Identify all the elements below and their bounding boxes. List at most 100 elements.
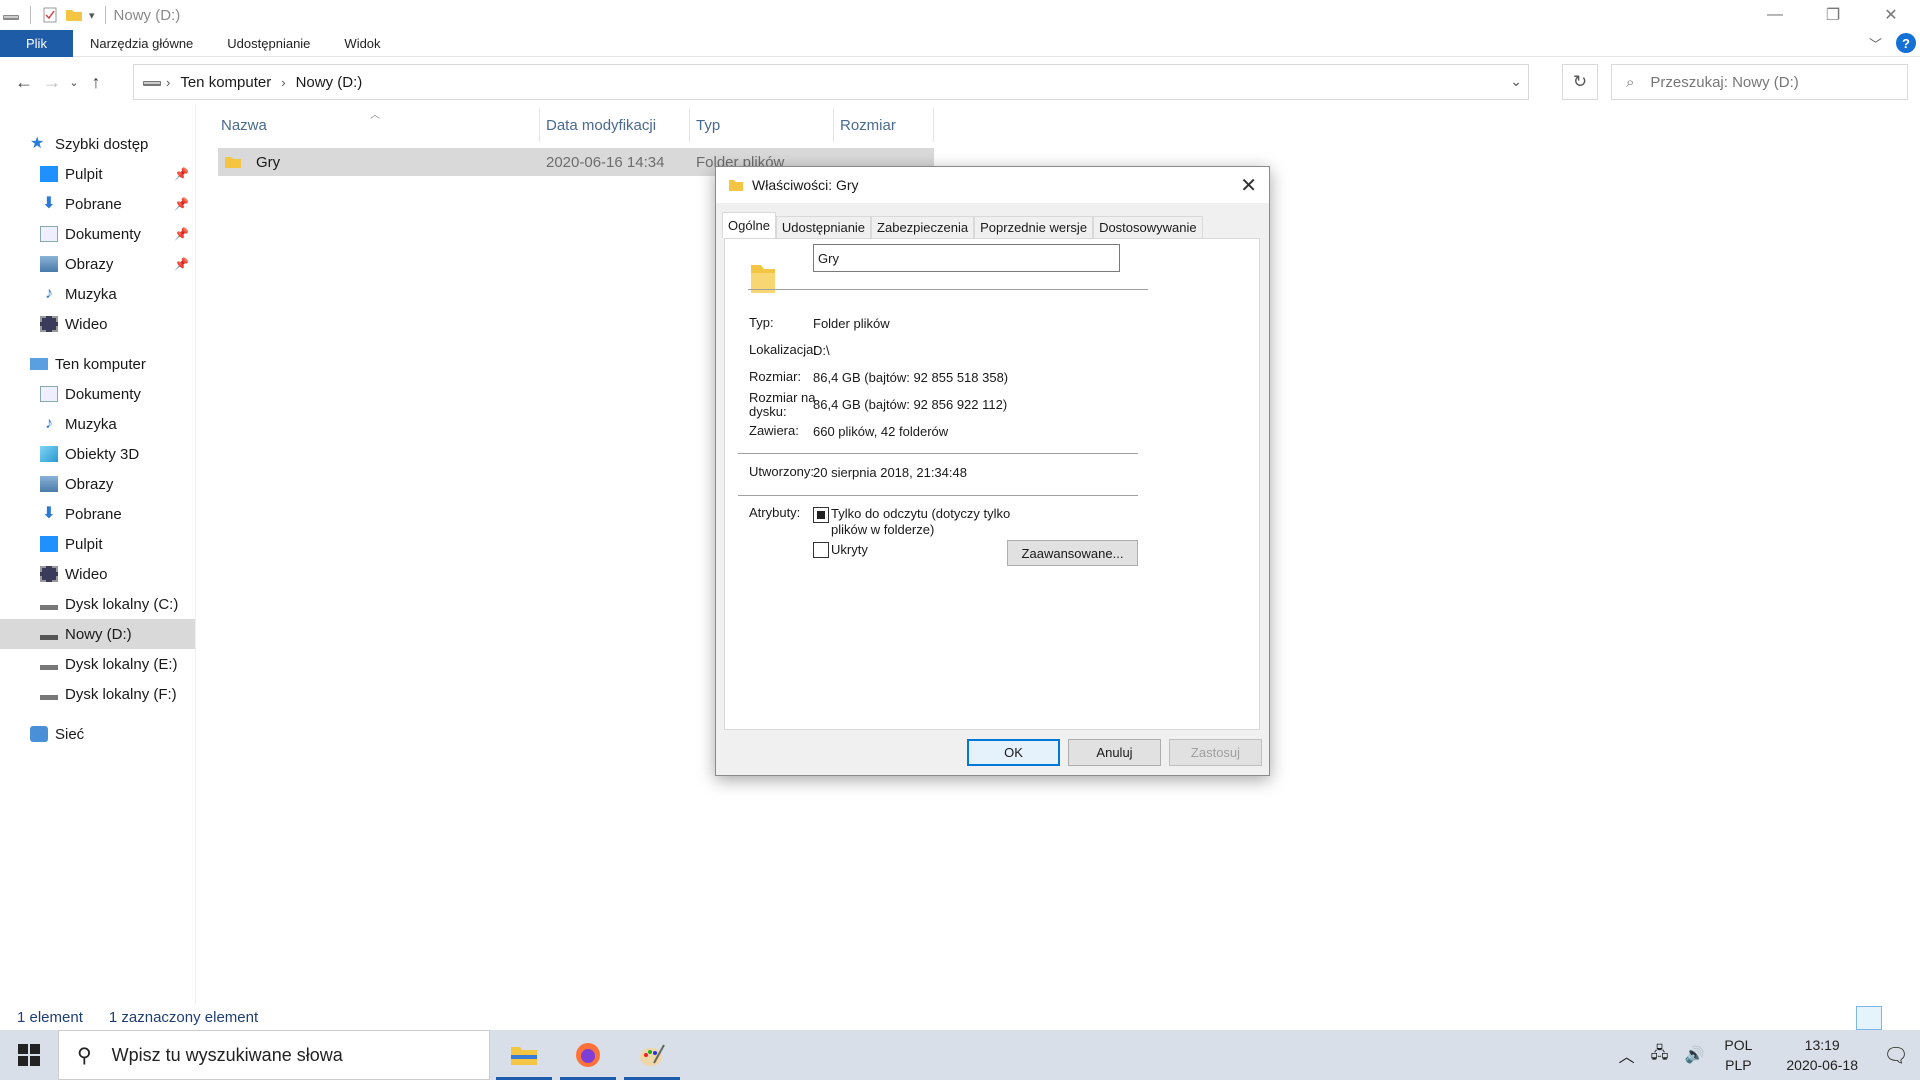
sidebar-item-drive-c[interactable]: Dysk lokalny (C:)	[0, 589, 195, 619]
tab-home[interactable]: Narzędzia główne	[73, 30, 210, 57]
tab-previous-versions[interactable]: Poprzednie wersje	[974, 216, 1094, 238]
taskbar-search[interactable]: ⚲ Wpisz tu wyszukiwane słowa	[58, 1030, 490, 1080]
advanced-button[interactable]: Zaawansowane...	[1007, 540, 1138, 566]
sidebar-label: Dysk lokalny (E:)	[65, 655, 178, 673]
type-value: Folder plików	[813, 316, 890, 331]
maximize-button[interactable]: ❐	[1804, 0, 1862, 30]
hidden-checkbox[interactable]	[813, 542, 829, 558]
help-icon[interactable]: ?	[1896, 33, 1916, 53]
clock[interactable]: 13:19 2020-06-18	[1786, 1035, 1858, 1075]
chevron-right-icon[interactable]: ›	[281, 75, 285, 90]
language-indicator[interactable]: POL PLP	[1724, 1035, 1752, 1075]
sidebar-item-pc-desktop[interactable]: Pulpit	[0, 529, 195, 559]
sidebar-item-desktop[interactable]: Pulpit 📌	[0, 159, 195, 189]
show-hidden-icons-icon[interactable]: ︿	[1619, 1043, 1635, 1067]
sidebar-item-3d-objects[interactable]: Obiekty 3D	[0, 439, 195, 469]
sidebar-item-pictures[interactable]: Obrazy 📌	[0, 249, 195, 279]
tab-customize[interactable]: Dostosowywanie	[1093, 216, 1203, 238]
back-button[interactable]: ←	[10, 67, 38, 97]
volume-icon[interactable]: 🔊	[1684, 1045, 1704, 1065]
sidebar-label: Muzyka	[65, 415, 117, 433]
start-button[interactable]	[0, 1030, 58, 1080]
cancel-button[interactable]: Anuluj	[1068, 739, 1161, 766]
pin-icon[interactable]: 📌	[174, 197, 189, 211]
properties-icon[interactable]	[41, 7, 59, 23]
dialog-tabs: Ogólne Udostępnianie Zabezpieczenia Popr…	[722, 212, 1203, 238]
dialog-title: Właściwości: Gry	[752, 177, 859, 193]
forward-button[interactable]: →	[38, 67, 66, 97]
sidebar-item-this-pc[interactable]: Ten komputer	[0, 349, 195, 379]
contains-value: 660 plików, 42 folderów	[813, 424, 949, 439]
drive-icon	[143, 81, 161, 86]
documents-icon	[40, 386, 58, 402]
sidebar-item-network[interactable]: Sieć	[0, 719, 195, 749]
pin-icon[interactable]: 📌	[174, 167, 189, 181]
tab-security[interactable]: Zabezpieczenia	[871, 216, 975, 238]
tab-general[interactable]: Ogólne	[722, 212, 776, 238]
new-folder-icon[interactable]	[65, 7, 83, 23]
tab-share[interactable]: Udostępnianie	[210, 30, 327, 57]
computer-icon	[30, 358, 48, 370]
sidebar-item-drive-f[interactable]: Dysk lokalny (F:)	[0, 679, 195, 709]
sidebar-item-drive-e[interactable]: Dysk lokalny (E:)	[0, 649, 195, 679]
sidebar-item-pc-pictures[interactable]: Obrazy	[0, 469, 195, 499]
sidebar-item-drive-d[interactable]: Nowy (D:)	[0, 619, 195, 649]
sidebar-label: Ten komputer	[55, 355, 146, 373]
address-bar[interactable]: › Ten komputer › Nowy (D:) ⌄	[133, 64, 1529, 100]
language-code: POL	[1724, 1037, 1753, 1053]
column-name[interactable]: Nazwa ︿	[215, 108, 540, 142]
sidebar-item-quick-access[interactable]: ★ Szybki dostęp	[0, 129, 195, 159]
sidebar-item-pc-music[interactable]: ♪ Muzyka	[0, 409, 195, 439]
tab-view[interactable]: Widok	[327, 30, 397, 57]
sidebar-item-pc-downloads[interactable]: ⬇ Pobrane	[0, 499, 195, 529]
minimize-button[interactable]: —	[1746, 0, 1804, 30]
refresh-button[interactable]: ↻	[1562, 64, 1598, 100]
recent-locations-icon[interactable]: ⌄	[66, 67, 82, 97]
sidebar-item-pc-documents[interactable]: Dokumenty	[0, 379, 195, 409]
sidebar-label: Sieć	[55, 725, 85, 743]
column-size[interactable]: Rozmiar	[834, 108, 934, 142]
chevron-right-icon[interactable]: ›	[166, 75, 170, 90]
drive-icon	[40, 688, 58, 700]
ok-button[interactable]: OK	[967, 739, 1060, 766]
breadcrumb-this-pc[interactable]: Ten komputer	[180, 74, 271, 91]
pin-icon[interactable]: 📌	[174, 227, 189, 241]
sidebar-label: Obiekty 3D	[65, 445, 140, 463]
search-box[interactable]: ⌕ Przeszukaj: Nowy (D:)	[1611, 64, 1908, 100]
large-icons-view-icon[interactable]	[1886, 1006, 1912, 1030]
created-value: 20 sierpnia 2018, 21:34:48	[813, 465, 967, 480]
close-button[interactable]: ✕	[1862, 0, 1920, 30]
tab-sharing[interactable]: Udostępnianie	[775, 216, 872, 238]
sidebar-item-pc-videos[interactable]: Wideo	[0, 559, 195, 589]
taskbar-firefox[interactable]	[556, 1030, 620, 1080]
details-view-icon[interactable]	[1856, 1005, 1882, 1030]
sidebar-item-videos[interactable]: Wideo	[0, 309, 195, 339]
file-explorer-icon	[511, 1047, 537, 1065]
breadcrumb-drive-d[interactable]: Nowy (D:)	[296, 74, 363, 91]
up-button[interactable]: ↑	[82, 67, 110, 97]
taskbar-paint[interactable]	[620, 1030, 684, 1080]
sidebar-label: Obrazy	[65, 255, 114, 273]
column-date[interactable]: Data modyfikacji	[540, 108, 690, 142]
pin-icon[interactable]: 📌	[174, 257, 189, 271]
notifications-icon[interactable]: 🗨	[1872, 1030, 1920, 1080]
tab-file[interactable]: Plik	[0, 29, 73, 57]
expand-ribbon-icon[interactable]: ﹀	[1869, 34, 1882, 53]
column-type[interactable]: Typ	[690, 108, 834, 142]
readonly-checkbox[interactable]	[813, 507, 829, 523]
sidebar-item-documents[interactable]: Dokumenty 📌	[0, 219, 195, 249]
sidebar-label: Dysk lokalny (C:)	[65, 595, 179, 613]
attributes-label: Atrybuty:	[749, 505, 801, 520]
taskbar-file-explorer[interactable]	[492, 1030, 556, 1080]
customize-toolbar-icon[interactable]: ▾	[89, 9, 95, 22]
readonly-label: Tylko do odczytu (dotyczy tylko plików w…	[831, 506, 1011, 537]
sidebar-item-downloads[interactable]: ⬇ Pobrane 📌	[0, 189, 195, 219]
network-icon[interactable]: 🖧	[1651, 1042, 1669, 1069]
dialog-close-button[interactable]: ✕	[1240, 173, 1257, 198]
created-label: Utworzony:	[749, 464, 815, 479]
column-headers: Nazwa ︿ Data modyfikacji Typ Rozmiar	[215, 108, 934, 142]
chevron-down-icon[interactable]: ⌄	[1510, 73, 1522, 90]
sidebar-item-music[interactable]: ♪ Muzyka	[0, 279, 195, 309]
apply-button[interactable]: Zastosuj	[1169, 739, 1262, 766]
folder-name-field[interactable]: Gry	[813, 244, 1120, 272]
